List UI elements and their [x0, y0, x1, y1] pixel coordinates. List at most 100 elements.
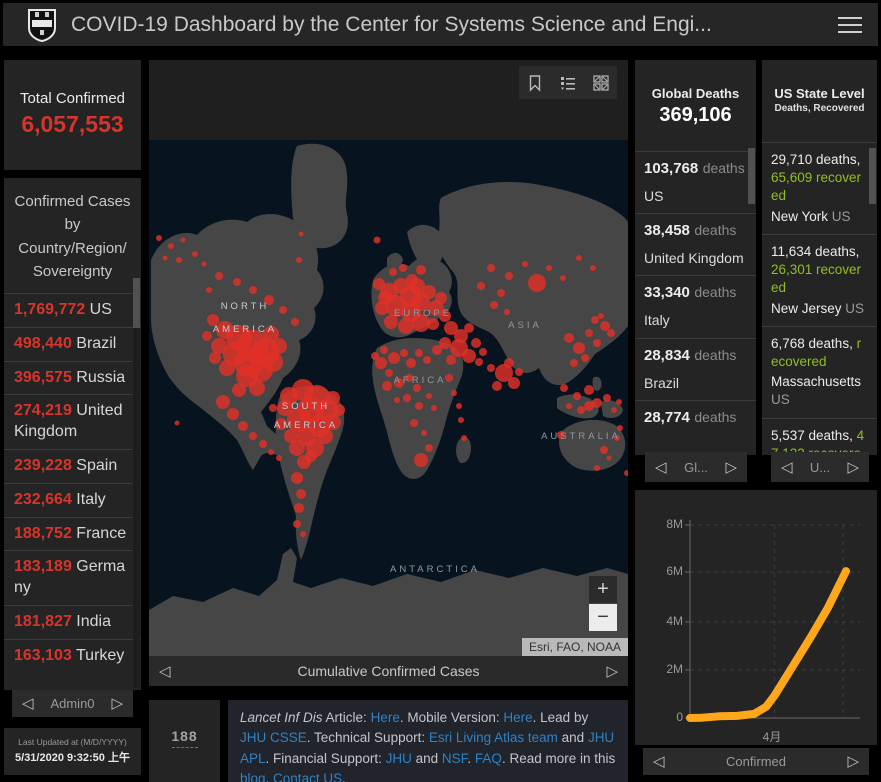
deaths-country: Brazil	[644, 374, 747, 392]
prev-arrow-icon[interactable]: ◁	[22, 696, 34, 711]
deaths-row[interactable]: 28,834 deaths Brazil	[635, 338, 756, 400]
last-updated-value: 5/31/2020 9:32:50 上午	[4, 749, 141, 765]
country-name: Russia	[76, 369, 125, 386]
case-dot	[573, 342, 585, 354]
case-dot	[492, 381, 502, 391]
total-confirmed-value: 6,057,553	[4, 111, 141, 138]
scrollbar-track[interactable]	[133, 278, 140, 688]
prev-arrow-icon[interactable]: ◁	[655, 460, 667, 475]
next-arrow-icon[interactable]: ▷	[725, 460, 737, 475]
case-dot	[175, 421, 180, 426]
country-row[interactable]: 181,827 India	[4, 605, 141, 639]
country-row[interactable]: 232,664 Italy	[4, 483, 141, 517]
state-row[interactable]: 11,634 deaths, 26,301 recovered New Jers…	[762, 234, 877, 326]
country-row[interactable]: 1,769,772 US	[4, 293, 141, 327]
case-dot	[371, 352, 379, 360]
deaths-row[interactable]: 38,458 deaths United Kingdom	[635, 213, 756, 275]
label-africa: AFRICA	[394, 375, 447, 386]
info-link[interactable]: JHU	[386, 751, 412, 766]
bookmark-icon[interactable]	[526, 74, 544, 92]
prev-arrow-icon[interactable]: ◁	[653, 754, 665, 769]
case-dot	[168, 243, 174, 249]
case-dot	[427, 318, 439, 330]
trend-chart-pager: ◁ Confirmed ▷	[643, 748, 869, 775]
case-count: 274,219	[14, 402, 72, 419]
case-dot	[238, 421, 248, 431]
country-row[interactable]: 183,189 Germany	[4, 550, 141, 605]
country-name: Italy	[76, 491, 105, 508]
country-row[interactable]: 274,219 United Kingdom	[4, 394, 141, 449]
case-count: 239,228	[14, 457, 72, 474]
state-country-suffix: US	[828, 209, 851, 224]
next-arrow-icon[interactable]: ▷	[847, 460, 859, 475]
case-dot	[461, 435, 467, 441]
map-panel[interactable]: NORTH AMERICA EUROPE ASIA AFRICA SOUTH A…	[149, 60, 628, 656]
country-row[interactable]: 163,103 Turkey	[4, 639, 141, 673]
case-dot	[479, 348, 487, 356]
global-deaths-title: Global Deaths	[635, 86, 756, 101]
info-link[interactable]: NSF	[442, 751, 468, 766]
label-antarctica: ANTARCTICA	[390, 564, 480, 575]
country-row[interactable]: 498,440 Brazil	[4, 327, 141, 361]
case-count: 183,189	[14, 558, 72, 575]
deaths-word: deaths	[703, 160, 745, 176]
state-row[interactable]: 5,537 deaths, 47,133 recovered	[762, 418, 877, 455]
deaths-country: US	[644, 187, 747, 205]
region-count-value: 188	[149, 728, 220, 744]
info-text-run: . Read more in this	[502, 751, 615, 766]
deaths-country: United Kingdom	[644, 249, 747, 267]
info-link[interactable]: Contact US	[273, 771, 342, 782]
scrollbar-thumb[interactable]	[133, 278, 140, 328]
next-arrow-icon[interactable]: ▷	[847, 754, 859, 769]
prev-arrow-icon[interactable]: ◁	[781, 460, 793, 475]
case-dot	[284, 429, 298, 443]
deaths-count: 33,340	[644, 284, 690, 301]
zoom-out-button[interactable]: −	[589, 604, 617, 631]
prev-arrow-icon[interactable]: ◁	[159, 664, 171, 679]
case-dot	[581, 354, 589, 362]
info-link[interactable]: blog	[240, 771, 266, 782]
case-dot	[607, 329, 615, 337]
deaths-row[interactable]: 33,340 deaths Italy	[635, 275, 756, 337]
info-link[interactable]: FAQ	[475, 751, 502, 766]
world-map[interactable]: NORTH AMERICA EUROPE ASIA AFRICA SOUTH A…	[149, 140, 628, 656]
case-dot	[570, 359, 578, 367]
next-arrow-icon[interactable]: ▷	[606, 664, 618, 679]
state-row[interactable]: 29,710 deaths, 65,609 recovered New York…	[762, 142, 877, 234]
global-deaths-pager-label: Gl...	[667, 460, 726, 475]
next-arrow-icon[interactable]: ▷	[111, 696, 123, 711]
info-link[interactable]: Here	[371, 710, 400, 725]
case-dot	[528, 274, 546, 292]
legend-list-icon[interactable]	[559, 74, 577, 92]
country-row[interactable]: 396,575 Russia	[4, 361, 141, 395]
deaths-row[interactable]: 28,774 deaths	[635, 400, 756, 435]
case-dot	[435, 292, 447, 304]
info-link[interactable]: JHU CSSE	[240, 730, 307, 745]
page-title: COVID-19 Dashboard by the Center for Sys…	[71, 13, 712, 37]
case-dot	[600, 321, 610, 331]
case-dot	[279, 306, 287, 314]
country-row[interactable]: 239,228 Spain	[4, 449, 141, 483]
case-dot	[591, 316, 599, 324]
country-row[interactable]: 188,752 France	[4, 517, 141, 551]
info-text-run: . Financial Support:	[266, 751, 386, 766]
info-link[interactable]: Esri Living Atlas team	[429, 730, 558, 745]
case-dot	[560, 275, 566, 281]
basemap-grid-icon[interactable]	[592, 74, 610, 92]
global-deaths-pager: ◁ Gl... ▷	[645, 452, 747, 482]
case-dot	[291, 472, 303, 484]
case-dot	[233, 278, 241, 286]
case-dot	[471, 338, 481, 348]
deaths-row[interactable]: 103,768 deaths US	[635, 151, 756, 213]
case-dot	[389, 268, 397, 276]
scrollbar-thumb[interactable]	[869, 148, 876, 204]
case-dot	[409, 278, 425, 294]
hamburger-menu-icon[interactable]	[838, 17, 862, 33]
case-dot	[333, 404, 345, 416]
state-row[interactable]: 6,768 deaths, recovered Massachusetts US	[762, 326, 877, 418]
map-layer-label: Cumulative Confirmed Cases	[171, 663, 607, 679]
info-link[interactable]: Here	[503, 710, 532, 725]
case-count: 232,664	[14, 491, 72, 508]
scrollbar-thumb[interactable]	[748, 148, 755, 204]
zoom-in-button[interactable]: +	[589, 576, 617, 603]
